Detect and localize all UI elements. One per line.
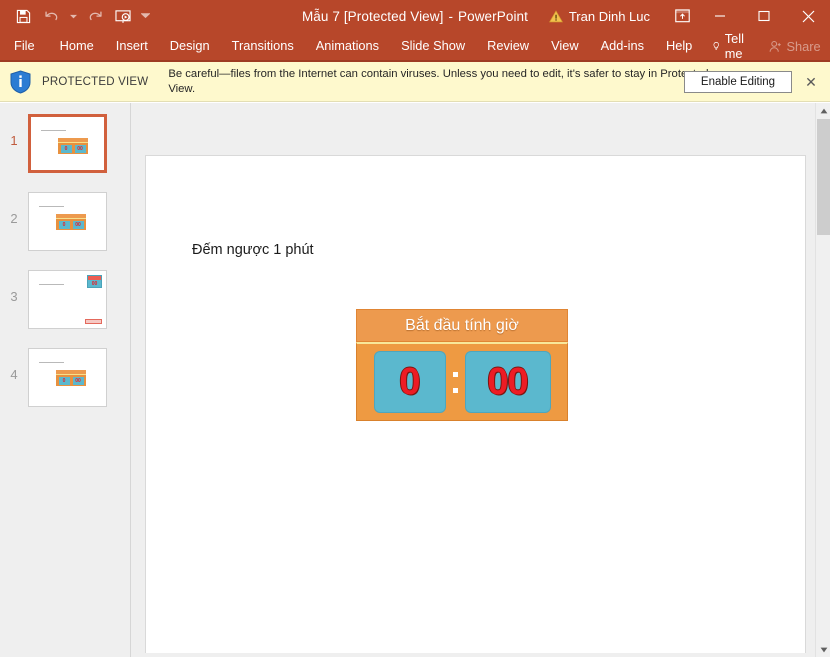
thumbnail-slide-1[interactable]: 1 0 00 [0,111,131,189]
ribbon-display-options-icon[interactable] [666,0,698,32]
protected-view-message: Be careful—files from the Internet can c… [168,67,713,96]
slide-thumbnail-pane[interactable]: 1 0 00 2 [0,103,131,657]
document-title: Mẫu 7 [Protected View] [302,9,444,24]
timer-colon [450,372,461,393]
thumbnail-preview[interactable]: 00 [28,270,107,329]
tell-me-search[interactable]: Tell me [703,31,758,61]
save-icon[interactable] [10,3,36,29]
slideshow-icon[interactable] [110,3,136,29]
mini-timer-graphic: 0 00 [56,214,86,230]
warning-icon [549,10,563,23]
thumbnail-number: 2 [0,189,28,226]
title-separator: - [443,9,458,24]
tab-home[interactable]: Home [49,32,105,60]
tab-view[interactable]: View [540,32,590,60]
slide-canvas[interactable]: Đếm ngược 1 phút Bắt đầu tính giờ 0 [145,155,806,657]
thumbnail-slide-3[interactable]: 3 00 [0,267,131,345]
mini-timer-graphic: 0 00 [56,370,86,386]
scroll-down-arrow-icon[interactable] [816,642,830,657]
ribbon-tab-bar: File Home Insert Design Transitions Anim… [0,32,830,62]
mini-title-line [39,206,64,207]
minimize-button[interactable] [698,0,742,32]
mini-title-line [39,362,64,363]
mini-badge-graphic [85,319,102,324]
share-button[interactable]: Share [759,39,830,54]
title-bar-right: Tran Dinh Luc [549,0,830,32]
scrollbar-track[interactable] [816,235,830,642]
redo-icon[interactable] [82,3,108,29]
share-label: Share [787,39,821,54]
slide-title-text: Đếm ngược 1 phút [192,242,314,258]
tab-transitions[interactable]: Transitions [221,32,305,60]
powerpoint-window: Mẫu 7 [Protected View] - PowerPoint Tran… [0,0,830,657]
workspace: 1 0 00 2 [0,103,830,657]
thumbnail-preview[interactable]: 0 00 [28,114,107,173]
customize-quick-access-icon[interactable] [138,3,152,29]
thumbnail-preview[interactable]: 0 00 [28,192,107,251]
protected-view-label: PROTECTED VIEW [42,76,148,88]
thumbnail-number: 4 [0,345,28,382]
mini-calendar-graphic: 00 [87,275,102,288]
tab-add-ins[interactable]: Add-ins [590,32,655,60]
tab-help[interactable]: Help [655,32,703,60]
thumbnail-preview[interactable]: 0 00 [28,348,107,407]
timer-seconds-value: 00 [487,361,527,404]
undo-icon[interactable] [38,3,64,29]
vertical-scrollbar[interactable] [815,103,830,657]
info-shield-icon [4,70,36,94]
close-protected-bar-icon[interactable]: ✕ [802,73,820,91]
undo-dropdown-icon[interactable] [66,3,80,29]
protected-view-bar: PROTECTED VIEW Be careful—files from the… [0,62,830,102]
tab-file[interactable]: File [0,32,49,60]
account-area[interactable]: Tran Dinh Luc [549,9,650,24]
thumbnail-slide-2[interactable]: 2 0 00 [0,189,131,267]
enable-editing-button[interactable]: Enable Editing [684,71,792,93]
lightbulb-icon [713,39,719,53]
tab-slide-show[interactable]: Slide Show [390,32,476,60]
maximize-button[interactable] [742,0,786,32]
tab-insert[interactable]: Insert [105,32,159,60]
tab-design[interactable]: Design [159,32,221,60]
timer-minutes-box: 0 [374,351,446,413]
mini-title-line [41,130,66,131]
app-name: PowerPoint [458,9,528,24]
thumbnail-number: 3 [0,267,28,304]
slide-edit-area: Đếm ngược 1 phút Bắt đầu tính giờ 0 [132,103,815,657]
horizontal-scroll-stub [132,653,815,657]
start-timer-label: Bắt đầu tính giờ [405,317,519,335]
title-bar: Mẫu 7 [Protected View] - PowerPoint Tran… [0,0,830,32]
timer-minutes-value: 0 [399,361,419,404]
start-timer-button[interactable]: Bắt đầu tính giờ [356,309,568,342]
quick-access-toolbar [0,3,152,29]
scroll-up-arrow-icon[interactable] [816,103,830,118]
timer-display-panel: 0 00 [356,342,568,421]
tab-animations[interactable]: Animations [305,32,390,60]
share-person-icon [769,40,782,53]
tell-me-label: Tell me [725,31,749,61]
timer-seconds-box: 00 [465,351,551,413]
account-name: Tran Dinh Luc [569,9,650,24]
mini-timer-graphic: 0 00 [58,138,88,154]
tab-review[interactable]: Review [476,32,540,60]
scrollbar-thumb[interactable] [817,119,830,235]
mini-title-line [39,284,64,285]
thumbnail-slide-4[interactable]: 4 0 00 [0,345,131,423]
close-button[interactable] [786,0,830,32]
countdown-timer-widget: Bắt đầu tính giờ 0 00 [356,309,568,423]
thumbnail-number: 1 [0,111,28,148]
